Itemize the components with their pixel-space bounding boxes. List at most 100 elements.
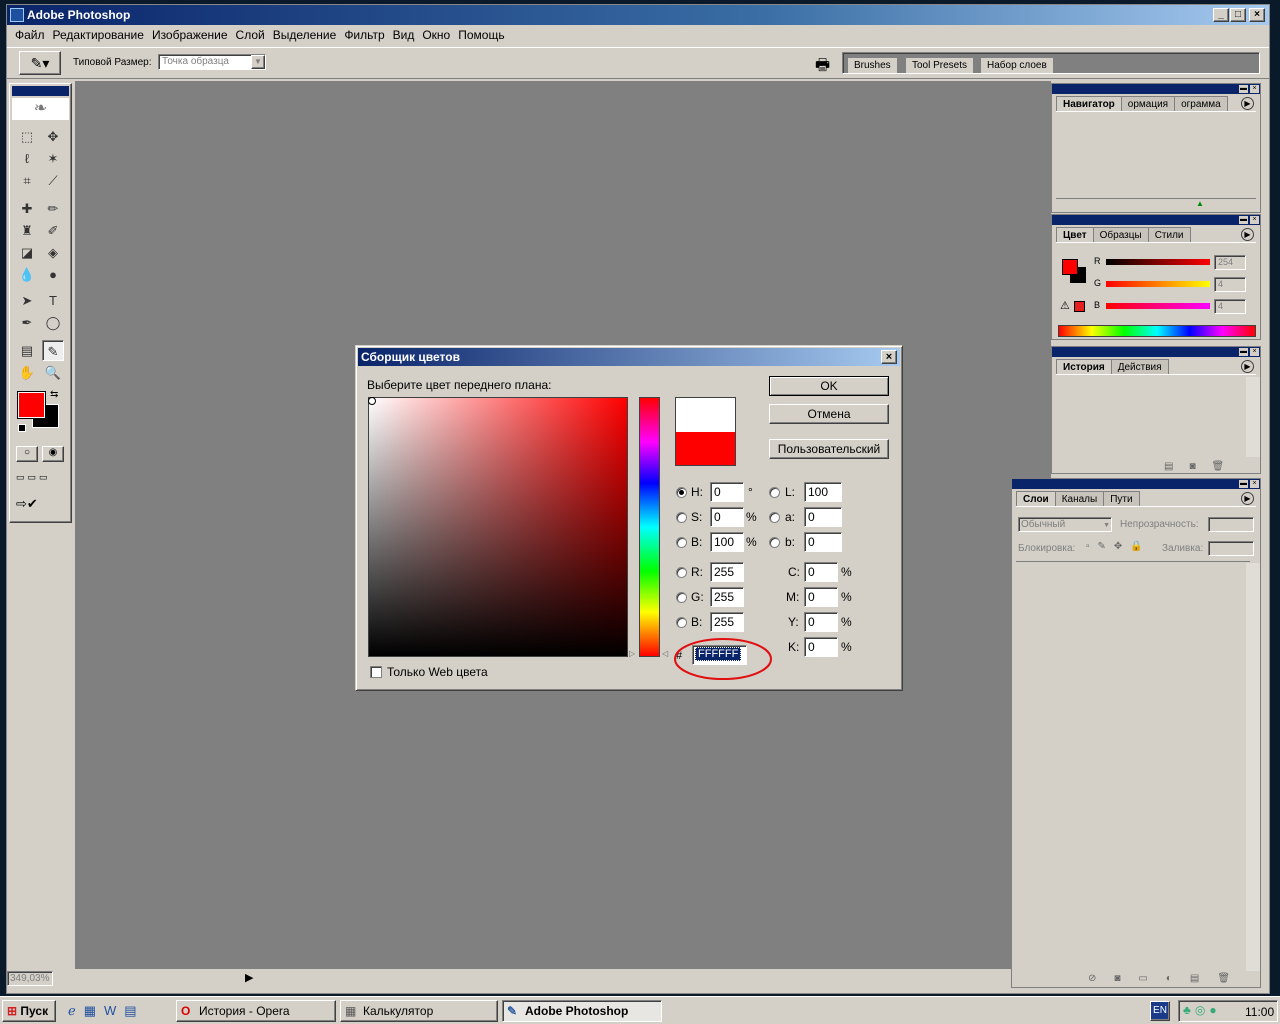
tab-swatches[interactable]: Образцы [1092, 227, 1149, 242]
status-menu-arrow-icon[interactable]: ▶ [245, 971, 253, 984]
g-input[interactable]: 255 [710, 587, 744, 607]
pen-tool-icon[interactable]: ✒ [16, 312, 38, 333]
h-input[interactable]: 0 [710, 482, 744, 502]
tab-actions[interactable]: Действия [1110, 359, 1169, 374]
chevron-down-icon[interactable]: ▼ [251, 55, 265, 69]
menu-image[interactable]: Изображение [148, 28, 232, 42]
maximize-button[interactable]: □ [1230, 8, 1246, 22]
channel-g-slider[interactable] [1106, 281, 1210, 287]
well-tab-layer-comps[interactable]: Набор слоев [980, 57, 1054, 73]
field-cursor[interactable] [368, 397, 376, 405]
channel-b-input[interactable]: 4 [1214, 299, 1246, 314]
foreground-color-swatch[interactable] [17, 391, 46, 419]
healing-brush-tool-icon[interactable]: ✚ [16, 198, 38, 219]
marquee-tool-icon[interactable]: ⬚ [16, 126, 38, 147]
m-input[interactable]: 0 [804, 587, 838, 607]
hue-slider-left-arrow-icon[interactable]: ▷ [629, 649, 635, 658]
color-ramp[interactable] [1058, 325, 1256, 337]
tab-color[interactable]: Цвет [1056, 227, 1094, 242]
c-input[interactable]: 0 [804, 562, 838, 582]
cancel-button[interactable]: Отмена [769, 404, 889, 424]
quick-mask-mode-icon[interactable]: ◉ [42, 446, 64, 462]
opacity-input[interactable] [1208, 517, 1254, 532]
task-opera-history[interactable]: O История - Opera [176, 1000, 336, 1022]
radio-brightness[interactable] [676, 537, 687, 548]
magic-wand-tool-icon[interactable]: ✶ [42, 148, 64, 169]
palette-menu-icon[interactable]: ▶ [1241, 228, 1254, 241]
l-input[interactable]: 100 [804, 482, 842, 502]
close-button[interactable]: × [1249, 8, 1265, 22]
file-browser-icon[interactable]: 🖶 [815, 54, 830, 81]
zoom-tool-icon[interactable]: 🔍 [42, 362, 64, 383]
layers-list[interactable] [1016, 561, 1250, 971]
radio-a[interactable] [769, 512, 780, 523]
hue-slider[interactable] [639, 397, 660, 657]
default-colors-icon[interactable] [18, 424, 26, 432]
tab-paths[interactable]: Пути [1103, 491, 1140, 506]
palette-menu-icon[interactable]: ▶ [1241, 492, 1254, 505]
slider-thumb-icon[interactable]: ▲ [1196, 199, 1204, 208]
layers-scrollbar[interactable] [1246, 563, 1260, 971]
radio-blue[interactable] [676, 617, 687, 628]
paint-bucket-tool-icon[interactable]: ◈ [42, 242, 64, 263]
radio-r[interactable] [676, 567, 687, 578]
clone-stamp-tool-icon[interactable]: ♜ [16, 220, 38, 241]
well-tab-brushes[interactable]: Brushes [847, 57, 898, 73]
palette-minimize-icon[interactable]: ▬ [1239, 480, 1248, 488]
tray-icons[interactable]: ♣◎● [1183, 1003, 1221, 1017]
history-scrollbar[interactable] [1246, 377, 1260, 457]
dodge-tool-icon[interactable]: ● [42, 264, 64, 285]
menu-edit[interactable]: Редактирование [49, 28, 148, 42]
dialog-close-button[interactable]: × [881, 350, 897, 364]
hue-slider-right-arrow-icon[interactable]: ◁ [662, 649, 668, 658]
menu-help[interactable]: Помощь [454, 28, 508, 42]
eyedropper-tool-icon[interactable]: ✎ [42, 340, 64, 361]
blur-tool-icon[interactable]: 💧 [16, 264, 38, 285]
minimize-button[interactable]: _ [1213, 8, 1229, 22]
tab-history[interactable]: История [1056, 359, 1112, 374]
chevron-down-icon[interactable]: ▼ [1103, 519, 1110, 532]
ok-button[interactable]: OK [769, 376, 889, 396]
fill-input[interactable] [1208, 541, 1254, 556]
lasso-tool-icon[interactable]: ℓ [16, 148, 38, 169]
palette-close-icon[interactable]: × [1250, 85, 1259, 93]
navigator-zoom-slider[interactable]: ▲ [1056, 198, 1256, 210]
eyedropper-preset-picker[interactable]: ✎▾ [19, 51, 61, 75]
gamut-warning-icon[interactable]: ⚠ [1060, 299, 1070, 312]
task-calculator[interactable]: ▦ Калькулятор [340, 1000, 498, 1022]
quick-launch-icons[interactable]: ℯ▦W▤ [68, 1003, 145, 1019]
lock-icons[interactable]: ▫✎✥🔒 [1086, 541, 1151, 552]
brush-tool-icon[interactable]: ✏ [42, 198, 64, 219]
screen-mode-icons[interactable]: ▭▭▭ [16, 472, 67, 486]
radio-l[interactable] [769, 487, 780, 498]
fg-color-chip[interactable] [1062, 259, 1078, 275]
tab-channels[interactable]: Каналы [1054, 491, 1105, 506]
menu-view[interactable]: Вид [389, 28, 419, 42]
palette-menu-icon[interactable]: ▶ [1241, 97, 1254, 110]
web-only-checkbox[interactable] [370, 666, 382, 678]
s-input[interactable]: 0 [710, 507, 744, 527]
menu-layer[interactable]: Слой [232, 28, 269, 42]
slice-tool-icon[interactable]: ⟋ [42, 170, 64, 191]
blue-input[interactable]: 255 [710, 612, 744, 632]
feather-logo-icon[interactable]: ❧ [12, 98, 69, 120]
r-input[interactable]: 255 [710, 562, 744, 582]
channel-b-slider[interactable] [1106, 303, 1210, 309]
menu-filter[interactable]: Фильтр [340, 28, 388, 42]
channel-r-input[interactable]: 254 [1214, 255, 1246, 270]
custom-colors-button[interactable]: Пользовательский [769, 439, 889, 459]
channel-g-input[interactable]: 4 [1214, 277, 1246, 292]
y-input[interactable]: 0 [804, 612, 838, 632]
ellipse-tool-icon[interactable]: ◯ [42, 312, 64, 333]
tab-styles[interactable]: Стили [1147, 227, 1191, 242]
path-selection-tool-icon[interactable]: ➤ [16, 290, 38, 311]
palette-minimize-icon[interactable]: ▬ [1239, 216, 1248, 224]
radio-b-lab[interactable] [769, 537, 780, 548]
radio-h[interactable] [676, 487, 687, 498]
notes-tool-icon[interactable]: ▤ [16, 340, 38, 361]
start-button[interactable]: ⊞ Пуск [2, 1000, 56, 1022]
menu-window[interactable]: Окно [418, 28, 454, 42]
palette-menu-icon[interactable]: ▶ [1241, 360, 1254, 373]
hand-tool-icon[interactable]: ✋ [16, 362, 38, 383]
well-tab-tool-presets[interactable]: Tool Presets [905, 57, 975, 73]
